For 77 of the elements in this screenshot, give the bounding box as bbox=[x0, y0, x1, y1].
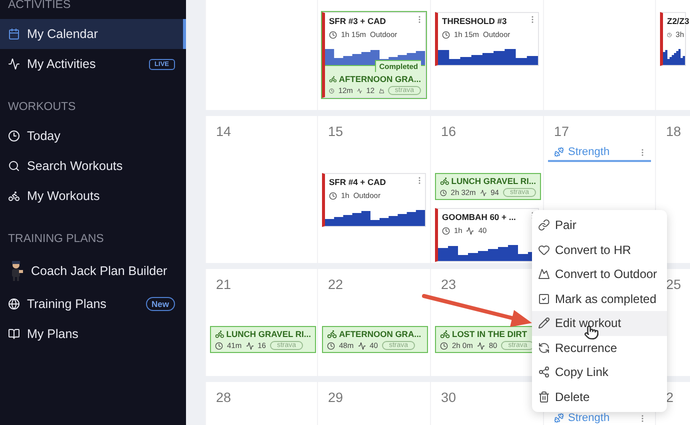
bike-icon bbox=[440, 176, 450, 186]
today-icon bbox=[8, 130, 20, 142]
bike-icon bbox=[215, 329, 224, 339]
book-icon bbox=[8, 328, 20, 340]
sidebar-item[interactable]: Today bbox=[0, 121, 186, 151]
pulse-icon bbox=[476, 342, 485, 350]
workout-title: SFR #4 + CAD bbox=[329, 177, 386, 187]
workout-title: THRESHOLD #3 bbox=[442, 16, 507, 26]
search-icon bbox=[8, 160, 20, 172]
menu-item[interactable]: Delete bbox=[532, 384, 667, 409]
sidebar-item[interactable]: My Calendar bbox=[0, 19, 186, 49]
sidebar-item[interactable]: My Plans bbox=[0, 319, 186, 349]
pulse-icon bbox=[246, 342, 254, 350]
date-number: 2 bbox=[666, 390, 675, 405]
dumbbell-icon bbox=[554, 147, 564, 157]
clock-icon bbox=[329, 86, 334, 94]
date-number: 30 bbox=[441, 390, 458, 405]
date-number: 29 bbox=[328, 390, 344, 405]
menu-item[interactable]: Convert to Outdoor bbox=[532, 262, 667, 286]
clock-icon bbox=[215, 342, 223, 350]
bike-icon bbox=[329, 74, 337, 84]
date-number: 17 bbox=[554, 124, 570, 139]
workout-title: SFR #3 + CAD bbox=[329, 16, 386, 26]
clock-icon bbox=[329, 192, 337, 200]
complete-icon bbox=[538, 292, 550, 305]
clock-icon bbox=[442, 30, 450, 38]
date-number: 23 bbox=[441, 277, 458, 292]
activity-title: LOST IN THE DIRT bbox=[452, 329, 528, 339]
globe-icon bbox=[8, 298, 20, 310]
menu-item[interactable]: Edit workout bbox=[532, 311, 667, 336]
section-title: ACTIVITIES bbox=[7, 0, 72, 13]
clock-icon bbox=[327, 342, 335, 350]
recurrence-icon bbox=[538, 342, 550, 354]
pulse-icon bbox=[466, 226, 474, 234]
hr-icon bbox=[538, 244, 550, 256]
delete-icon bbox=[538, 390, 550, 403]
badge: New bbox=[146, 297, 175, 311]
workout-title: GOOMBAH 60 + ... bbox=[442, 212, 516, 222]
clock-icon bbox=[329, 30, 337, 38]
clock-icon bbox=[440, 188, 447, 196]
link-icon bbox=[538, 366, 550, 378]
date-number: 22 bbox=[328, 277, 344, 292]
pulse-icon bbox=[358, 342, 366, 350]
date-number: 14 bbox=[216, 124, 232, 139]
date-number: 28 bbox=[216, 390, 232, 405]
date-number: 16 bbox=[441, 124, 458, 139]
activity-icon bbox=[8, 58, 20, 70]
sidebar-item[interactable]: My Workouts bbox=[0, 181, 186, 211]
clock-icon bbox=[440, 342, 448, 350]
pulse-icon bbox=[356, 86, 362, 94]
bike-icon bbox=[8, 190, 20, 202]
activity-title: AFTERNOON GRA... bbox=[338, 74, 421, 84]
calendar-icon bbox=[8, 28, 20, 40]
clock-icon bbox=[442, 226, 450, 234]
clock-icon bbox=[667, 30, 672, 38]
activity-title: LUNCH GRAVEL RI... bbox=[226, 329, 311, 339]
mountain-icon bbox=[378, 86, 384, 94]
menu-item[interactable]: Copy Link bbox=[532, 360, 667, 384]
bike-icon bbox=[440, 329, 450, 339]
bike-icon bbox=[327, 329, 337, 339]
date-number: 25 bbox=[666, 277, 680, 292]
sidebar-item[interactable]: Search Workouts bbox=[0, 151, 186, 181]
menu-item[interactable]: Mark as completed bbox=[532, 286, 667, 311]
activity-title: AFTERNOON GRA... bbox=[339, 329, 422, 339]
section-title: TRAINING PLANS bbox=[7, 232, 105, 247]
sidebar-item[interactable]: Training Plans New bbox=[0, 289, 186, 319]
date-number: 21 bbox=[216, 277, 232, 292]
sidebar-item[interactable]: Coach Jack Plan Builder bbox=[0, 253, 186, 289]
dumbbell-icon bbox=[554, 413, 564, 423]
date-number: 15 bbox=[328, 124, 344, 139]
pair-icon bbox=[538, 219, 550, 232]
activity-title: LUNCH GRAVEL RI... bbox=[451, 176, 536, 186]
section-title: WORKOUTS bbox=[7, 100, 77, 115]
outdoor-icon bbox=[538, 268, 550, 280]
pulse-icon bbox=[480, 188, 487, 196]
edit-icon bbox=[538, 317, 550, 330]
date-number: 18 bbox=[666, 124, 680, 139]
